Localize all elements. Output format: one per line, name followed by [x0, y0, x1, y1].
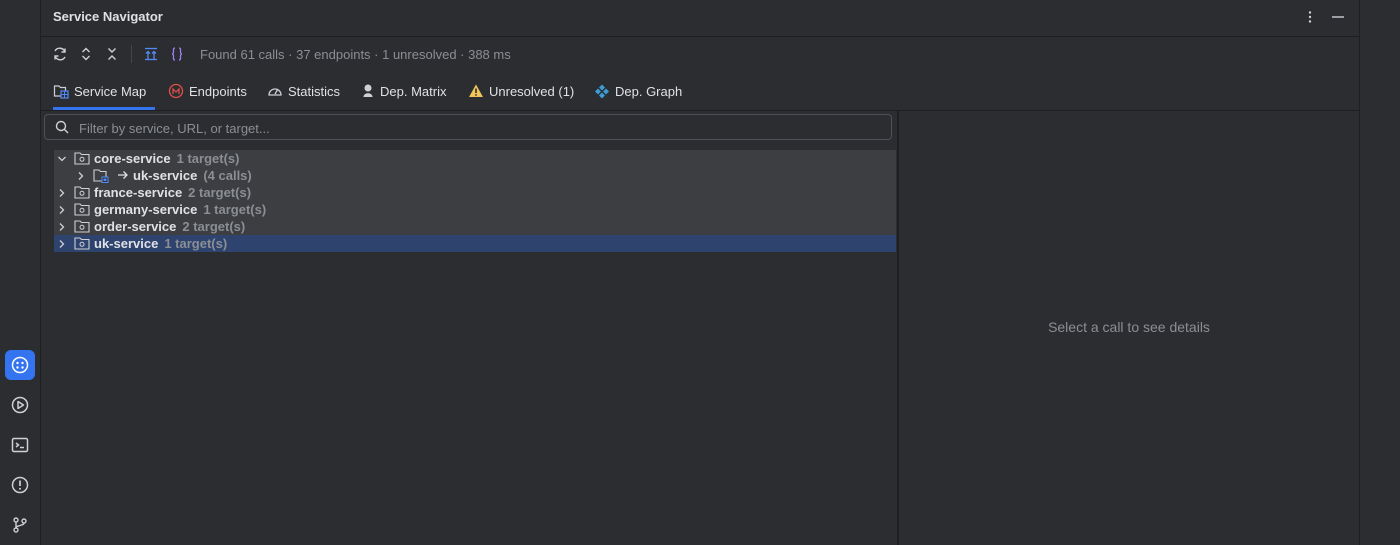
tab-label: Unresolved (1): [489, 83, 575, 99]
terminal-toolwindow-button[interactable]: [5, 430, 35, 460]
arrow-right-icon: [117, 168, 129, 183]
scan-status-text: Found 61 calls · 37 endpoints · 1 unreso…: [200, 47, 511, 62]
git-toolwindow-button[interactable]: [5, 510, 35, 540]
target-count: 1 target(s): [203, 202, 267, 217]
service-name: order-service: [94, 219, 177, 234]
more-vertical-icon: [1308, 11, 1312, 23]
target-service-icon: [93, 168, 109, 183]
details-pane: Select a call to see details: [899, 111, 1359, 545]
folder-icon: [74, 237, 90, 251]
endpoints-icon: [168, 83, 184, 99]
service-name: germany-service: [94, 202, 198, 217]
tab-statistics[interactable]: Statistics: [267, 72, 340, 110]
right-toolbar-stripe: [1359, 0, 1400, 545]
problems-icon: [11, 476, 29, 494]
more-options-button[interactable]: [1301, 8, 1319, 26]
tree-node-france-service[interactable]: france-service 2 target(s): [54, 184, 896, 201]
target-count: 2 target(s): [182, 219, 246, 234]
folder-icon: [74, 186, 90, 200]
run-icon: [11, 396, 29, 414]
tab-bar: Service Map Endpoints Statistics Dep. Ma…: [41, 72, 1359, 111]
tab-label: Statistics: [288, 83, 341, 99]
tree-node-target-uk-service[interactable]: uk-service (4 calls): [54, 167, 896, 184]
expand-all-button[interactable]: [77, 45, 95, 63]
folder-icon: [74, 152, 90, 166]
run-toolwindow-button[interactable]: [5, 390, 35, 420]
refresh-button[interactable]: [51, 45, 69, 63]
gauge-icon: [268, 88, 282, 96]
chevron-right-icon[interactable]: [54, 185, 70, 201]
toolbar: Found 61 calls · 37 endpoints · 1 unreso…: [41, 37, 1359, 71]
folder-icon: [74, 220, 90, 234]
tab-dep-matrix[interactable]: Dep. Matrix: [361, 72, 446, 110]
target-count: 1 target(s): [164, 236, 228, 251]
git-branch-icon: [13, 517, 27, 533]
service-name: france-service: [94, 185, 183, 200]
folder-icon: [74, 203, 90, 217]
matrix-icon: [363, 84, 373, 97]
search-icon: [55, 120, 69, 134]
minimize-icon: [1332, 16, 1344, 18]
tree-node-uk-service[interactable]: uk-service 1 target(s): [54, 235, 896, 252]
refresh-icon: [54, 47, 66, 61]
call-count: (4 calls): [203, 168, 252, 183]
json-view-button[interactable]: [168, 45, 186, 63]
group-by-icon: [145, 47, 157, 61]
tree-node-germany-service[interactable]: germany-service 1 target(s): [54, 201, 896, 218]
tab-label: Dep. Matrix: [380, 83, 447, 99]
chevron-right-icon[interactable]: [54, 202, 70, 218]
tab-label: Endpoints: [189, 83, 247, 99]
panel-title: Service Navigator: [53, 9, 163, 24]
panel-header: Service Navigator: [41, 0, 1359, 37]
tab-label: Service Map: [74, 83, 147, 99]
service-navigator-icon: [11, 356, 29, 374]
target-count: 1 target(s): [176, 151, 240, 166]
expand-all-icon: [82, 47, 90, 61]
chevron-right-icon[interactable]: [54, 219, 70, 235]
collapse-all-button[interactable]: [103, 45, 121, 63]
tab-service-map[interactable]: Service Map: [53, 72, 155, 110]
tree-node-order-service[interactable]: order-service 2 target(s): [54, 218, 896, 235]
service-map-icon: [53, 85, 69, 99]
chevron-right-icon[interactable]: [73, 168, 89, 184]
tab-dep-graph[interactable]: Dep. Graph: [594, 72, 682, 110]
graph-icon: [595, 84, 609, 99]
toolbar-separator: [131, 45, 132, 63]
service-tree: core-service 1 target(s) uk-service (4 c…: [54, 150, 896, 252]
chevron-down-icon[interactable]: [54, 151, 70, 167]
service-name: core-service: [94, 151, 171, 166]
braces-icon: [171, 47, 183, 61]
group-by-button[interactable]: [142, 45, 160, 63]
empty-details-message: Select a call to see details: [1048, 319, 1210, 335]
service-navigator-panel: Service Navigator Found 61 calls · 37 en…: [41, 0, 1359, 545]
collapse-all-icon: [108, 48, 116, 60]
service-navigator-toolwindow-button[interactable]: [5, 350, 35, 380]
target-count: 2 target(s): [188, 185, 252, 200]
tab-unresolved[interactable]: Unresolved (1): [468, 72, 574, 110]
tree-node-core-service[interactable]: core-service 1 target(s): [54, 150, 896, 167]
filter-input[interactable]: [77, 118, 881, 138]
problems-toolwindow-button[interactable]: [5, 470, 35, 500]
service-tree-pane: core-service 1 target(s) uk-service (4 c…: [41, 111, 897, 545]
service-name: uk-service: [94, 236, 159, 251]
tab-label: Dep. Graph: [615, 83, 683, 99]
target-name: uk-service: [133, 168, 198, 183]
terminal-icon: [11, 437, 29, 453]
filter-box: [44, 114, 892, 140]
left-toolbar-stripe: [0, 0, 41, 545]
minimize-button[interactable]: [1329, 8, 1347, 26]
chevron-right-icon[interactable]: [54, 236, 70, 252]
tab-endpoints[interactable]: Endpoints: [168, 72, 247, 110]
warning-icon: [469, 84, 483, 97]
